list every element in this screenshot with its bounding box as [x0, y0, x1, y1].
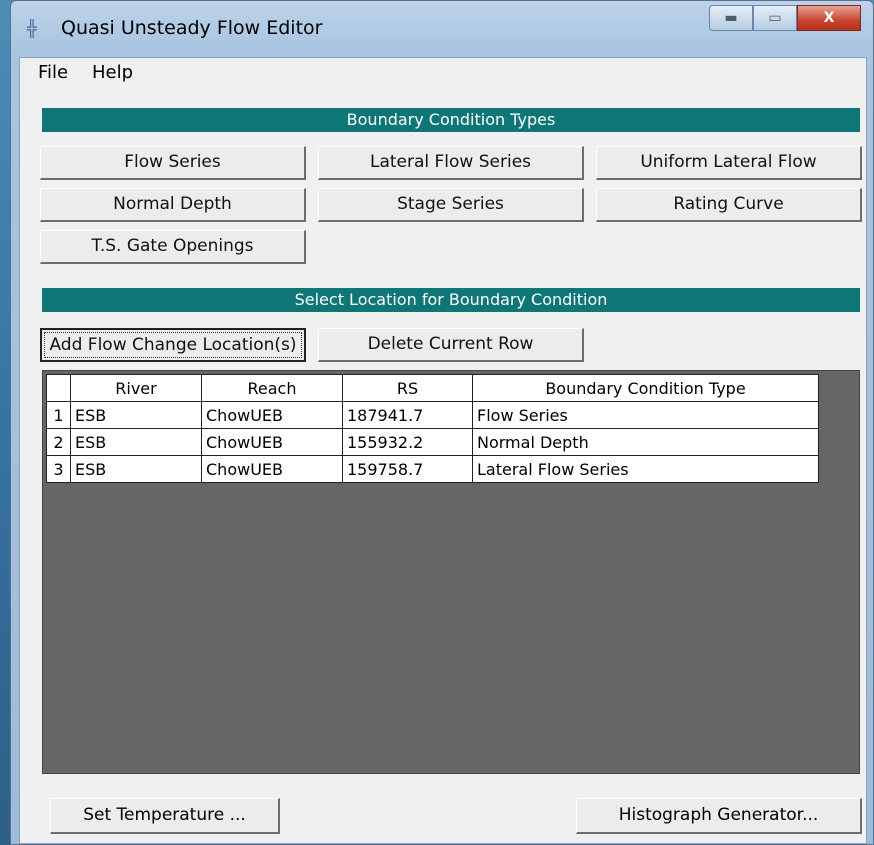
column-header-bc-type[interactable]: Boundary Condition Type — [472, 374, 819, 402]
cell-river[interactable]: ESB — [70, 455, 202, 483]
client-area: File Help Boundary Condition Types Flow … — [19, 57, 867, 844]
table-row[interactable]: 2 ESB ChowUEB 155932.2 Normal Depth — [46, 428, 819, 456]
table-row[interactable]: 1 ESB ChowUEB 187941.7 Flow Series — [46, 401, 819, 429]
cell-bc-type[interactable]: Flow Series — [472, 401, 819, 429]
menu-help[interactable]: Help — [92, 62, 133, 83]
row-number[interactable]: 2 — [46, 428, 71, 456]
add-flow-change-location-button[interactable]: Add Flow Change Location(s) — [40, 328, 306, 362]
cell-bc-type[interactable]: Normal Depth — [472, 428, 819, 456]
menu-bar: File Help — [20, 58, 866, 88]
cell-rs[interactable]: 159758.7 — [342, 455, 473, 483]
cell-reach[interactable]: ChowUEB — [201, 455, 343, 483]
table-header-row: River Reach RS Boundary Condition Type — [46, 374, 819, 402]
location-header: Select Location for Boundary Condition — [42, 288, 860, 312]
set-temperature-button[interactable]: Set Temperature ... — [50, 798, 280, 834]
column-header-rs[interactable]: RS — [342, 374, 473, 402]
delete-current-row-button[interactable]: Delete Current Row — [318, 328, 584, 362]
lateral-flow-series-button[interactable]: Lateral Flow Series — [318, 146, 584, 180]
stage-series-button[interactable]: Stage Series — [318, 188, 584, 222]
boundary-condition-table: River Reach RS Boundary Condition Type 1… — [46, 374, 819, 483]
cell-river[interactable]: ESB — [70, 428, 202, 456]
row-number[interactable]: 1 — [46, 401, 71, 429]
ts-gate-openings-button[interactable]: T.S. Gate Openings — [40, 230, 306, 264]
boundary-condition-grid: River Reach RS Boundary Condition Type 1… — [42, 370, 860, 774]
rating-curve-button[interactable]: Rating Curve — [596, 188, 862, 222]
column-header-river[interactable]: River — [70, 374, 202, 402]
cell-rs[interactable]: 187941.7 — [342, 401, 473, 429]
normal-depth-button[interactable]: Normal Depth — [40, 188, 306, 222]
column-header-reach[interactable]: Reach — [201, 374, 343, 402]
title-bar[interactable]: ╬ Quasi Unsteady Flow Editor ▬ ▭ X — [11, 1, 873, 57]
row-number[interactable]: 3 — [46, 455, 71, 483]
app-icon: ╬ — [27, 19, 37, 38]
table-row[interactable]: 3 ESB ChowUEB 159758.7 Lateral Flow Seri… — [46, 455, 819, 483]
cell-river[interactable]: ESB — [70, 401, 202, 429]
quasi-unsteady-flow-editor-window: ╬ Quasi Unsteady Flow Editor ▬ ▭ X File … — [10, 0, 874, 845]
uniform-lateral-flow-button[interactable]: Uniform Lateral Flow — [596, 146, 862, 180]
maximize-button[interactable]: ▭ — [753, 5, 797, 31]
cell-bc-type[interactable]: Lateral Flow Series — [472, 455, 819, 483]
flow-series-button[interactable]: Flow Series — [40, 146, 306, 180]
menu-file[interactable]: File — [38, 62, 68, 83]
bc-types-header: Boundary Condition Types — [42, 108, 860, 132]
close-button[interactable]: X — [797, 5, 861, 31]
cell-reach[interactable]: ChowUEB — [201, 401, 343, 429]
histograph-generator-button[interactable]: Histograph Generator... — [576, 798, 862, 834]
column-header-rownum — [46, 374, 71, 402]
window-title: Quasi Unsteady Flow Editor — [61, 17, 323, 39]
cell-rs[interactable]: 155932.2 — [342, 428, 473, 456]
minimize-button[interactable]: ▬ — [709, 5, 753, 31]
cell-reach[interactable]: ChowUEB — [201, 428, 343, 456]
window-controls: ▬ ▭ X — [709, 5, 861, 31]
